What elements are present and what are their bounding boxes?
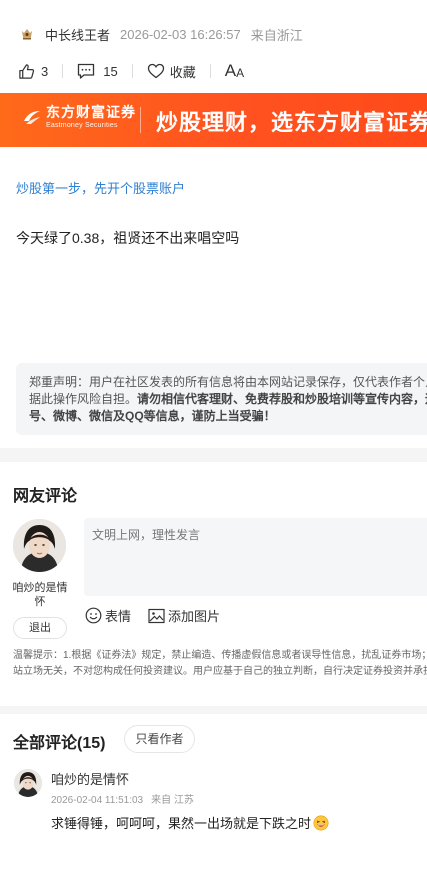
- like-count: 3: [41, 63, 49, 79]
- comment-user-name[interactable]: 咱炒的是情怀: [51, 769, 129, 788]
- open-account-link[interactable]: 炒股第一步，先开个股票账户: [16, 178, 185, 197]
- author-only-button[interactable]: 只看作者: [124, 725, 195, 753]
- font-size-button[interactable]: A A: [225, 61, 244, 81]
- section-divider: [0, 706, 427, 714]
- eastmoney-logo: 东方财富证券 Eastmoney Securities: [22, 105, 136, 130]
- comment-compose-section: 网友评论 咱炒的是情怀 退出 文明上网，理性发言 表情 添加图片 温馨提示：1.…: [0, 462, 427, 706]
- comment-button[interactable]: 15: [77, 63, 118, 80]
- smiley-icon: [85, 607, 102, 624]
- heart-icon: [147, 63, 164, 79]
- add-image-label: 添加图片: [168, 609, 221, 624]
- author-avatar-icon[interactable]: [19, 26, 35, 42]
- disclaimer-box: 郑重声明：用户在社区发表的所有信息将由本网站记录保存，仅代表作者个人观点，与本网…: [16, 363, 427, 435]
- emoji-button[interactable]: 表情: [85, 606, 131, 625]
- font-size-large-label: A: [224, 61, 237, 80]
- comment-input[interactable]: 文明上网，理性发言: [84, 518, 427, 596]
- author-name[interactable]: 中长线王者: [45, 25, 110, 44]
- post-location: 来自浙江: [250, 27, 303, 43]
- comment-text: 求锤得锤，呵呵呵，果然一出场就是下跌之时: [51, 813, 329, 832]
- comment-icon: [78, 63, 95, 79]
- disclaimer-line: 郑重声明：用户在社区发表的所有信息将由本网站记录保存，仅代表作者个人观点，与本网…: [29, 375, 427, 389]
- logout-button[interactable]: 退出: [13, 617, 67, 639]
- logo-cn: 东方财富证券: [46, 105, 136, 121]
- banner-divider: [140, 107, 141, 133]
- eastmoney-logo-icon: [24, 111, 40, 124]
- all-comments-title: 全部评论(15): [13, 735, 106, 752]
- emoji-label: 表情: [105, 609, 132, 624]
- comment-location: 来自 江苏: [151, 795, 194, 806]
- comment-time: 2026-02-04 11:51:03: [51, 795, 144, 806]
- disclaimer-line: 据此操作风险自担。请勿相信代客理财、免费荐股和炒股培训等宣传内容，远离非法证券活…: [29, 391, 427, 408]
- eastmoney-ad-banner[interactable]: 东方财富证券 Eastmoney Securities 炒股理财，选东方财富证券: [0, 93, 427, 147]
- divider: [62, 64, 64, 78]
- comment-section-title: 网友评论: [13, 488, 78, 505]
- post-time: 2026-02-03 16:26:57: [120, 26, 241, 42]
- image-icon: [148, 608, 165, 623]
- disclaimer-warning: 请勿相信代客理财、免费荐股和炒股培训等宣传内容，远离非法证券活动。请勿添加发言用…: [137, 392, 427, 406]
- comment-count: 15: [103, 63, 118, 79]
- warm-tip-line: 站立场无关，不对您构成任何投资建议。用户应基于自己的独立判断，自行决定证券投资并…: [13, 666, 427, 677]
- post-author-row: 中长线王者 2026-02-03 16:26:57 来自浙江: [0, 20, 427, 48]
- laughing-emoji-icon: [313, 815, 329, 830]
- comment-body: 求锤得锤，呵呵呵，果然一出场就是下跌之时: [51, 816, 312, 831]
- comment-avatar[interactable]: [14, 769, 42, 797]
- comment-meta: 2026-02-04 11:51:03 来自 江苏: [51, 791, 194, 806]
- post-action-bar: 3 15 收藏 A A: [0, 58, 427, 84]
- logo-en: Eastmoney Securities: [46, 122, 118, 129]
- favorite-button[interactable]: 收藏: [147, 62, 196, 81]
- favorite-label: 收藏: [169, 64, 196, 80]
- disclaimer-text: 据此操作风险自担。: [29, 392, 138, 406]
- disclaimer-line: 号、微博、微信及QQ等信息，谨防上当受骗！: [29, 408, 427, 425]
- divider: [209, 64, 211, 78]
- warm-tip: 温馨提示：1.根据《证券法》规定，禁止编造、传播虚假信息或者误导性信息，扰乱证券…: [13, 648, 427, 680]
- divider: [131, 64, 133, 78]
- like-button[interactable]: 3: [18, 63, 48, 80]
- thumb-up-icon: [19, 63, 35, 79]
- banner-slogan: 炒股理财，选东方财富证券: [156, 110, 427, 135]
- disclaimer-warning: 号、微博、微信及QQ等信息，谨防上当受骗！: [29, 409, 276, 423]
- user-avatar[interactable]: [13, 519, 66, 572]
- section-divider: [0, 448, 427, 462]
- post-body-text: 今天绿了0.38，祖贤还不出来唱空吗: [16, 230, 240, 246]
- font-size-small-label: A: [236, 65, 245, 80]
- user-name: 咱炒的是情怀: [12, 582, 68, 608]
- warm-tip-line: 温馨提示：1.根据《证券法》规定，禁止编造、传播虚假信息或者误导性信息，扰乱证券…: [13, 650, 427, 661]
- add-image-button[interactable]: 添加图片: [148, 606, 220, 625]
